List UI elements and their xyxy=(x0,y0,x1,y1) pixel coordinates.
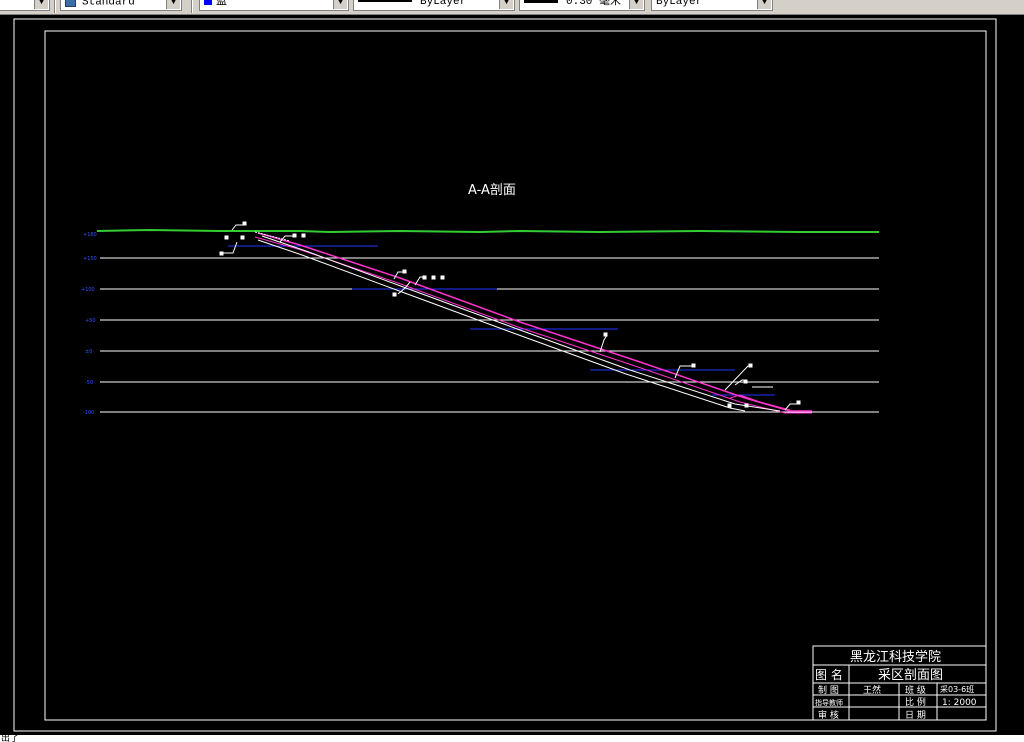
reviewer-label: 审 核 xyxy=(818,709,839,721)
lineweight-sample-icon xyxy=(524,0,558,3)
marker xyxy=(796,400,801,405)
marker xyxy=(292,233,297,238)
marker xyxy=(748,363,753,368)
marker xyxy=(691,363,696,368)
leader-line xyxy=(223,241,238,254)
color-dropdown[interactable]: 蓝 ▼ xyxy=(199,0,349,11)
color-swatch-icon xyxy=(204,0,212,6)
elevation-label: +150 xyxy=(83,256,97,262)
elevation-label: -100 xyxy=(83,410,94,416)
drafter-label: 制 图 xyxy=(818,684,839,696)
drafter-name: 王然 xyxy=(863,684,881,696)
chevron-down-icon: ▼ xyxy=(166,0,180,9)
marker xyxy=(224,235,229,240)
title-block-text: 黑龙江科技学院 图 名 采区剖面图 制 图 王然 班 级 采03-6班 指导教师… xyxy=(815,649,977,721)
toolbar-dropdown-left[interactable]: ▼ xyxy=(0,0,50,11)
chevron-down-icon: ▼ xyxy=(34,0,48,9)
marker xyxy=(240,235,245,240)
outer-frame xyxy=(13,18,997,732)
plotstyle-value: ByLayer xyxy=(656,0,703,8)
lineweight-dropdown[interactable]: 0.30 毫米 ▼ xyxy=(519,0,645,11)
plotstyle-dropdown[interactable]: ByLayer ▼ xyxy=(651,0,773,11)
elevation-label: +100 xyxy=(81,287,95,293)
marker xyxy=(242,221,247,226)
elevation-grid xyxy=(100,257,879,413)
elevation-labels: +180 +150 +100 +50 ±0 -50 -100 xyxy=(81,232,97,416)
elevation-label: +50 xyxy=(85,318,96,324)
marker xyxy=(431,275,436,280)
class-label: 班 级 xyxy=(905,684,926,696)
chevron-down-icon: ▼ xyxy=(757,0,771,9)
linetype-sample-icon xyxy=(358,0,412,3)
status-bar: 出了 xyxy=(0,735,1024,742)
date-label: 日 期 xyxy=(905,710,926,721)
linetype-value: ByLayer xyxy=(420,0,467,8)
section-title: A-A剖面 xyxy=(468,183,516,198)
elevation-label: ±0 xyxy=(85,349,92,355)
class-value: 采03-6班 xyxy=(940,684,974,694)
elevation-label: +180 xyxy=(83,232,97,238)
school-name: 黑龙江科技学院 xyxy=(850,649,941,665)
chevron-down-icon: ▼ xyxy=(629,0,643,9)
marker xyxy=(744,403,749,408)
scale-value: 1: 2000 xyxy=(942,698,977,708)
drawing-name-label: 图 名 xyxy=(815,667,843,682)
marker xyxy=(402,269,407,274)
leader-line xyxy=(231,224,244,231)
status-text: 出了 xyxy=(1,735,20,742)
lineweight-value: 0.30 毫米 xyxy=(566,0,622,8)
toolbar-separator xyxy=(191,0,193,13)
marker xyxy=(603,332,608,337)
roadway-white-lower xyxy=(257,239,746,412)
elevation-label: -50 xyxy=(85,380,93,386)
text-style-dropdown[interactable]: Standard ▼ xyxy=(60,0,182,11)
marker xyxy=(727,403,732,408)
roadway-white-upper xyxy=(261,235,781,412)
drawing-canvas[interactable]: A-A剖面 +180 +150 +100 +50 ±0 -50 -100 黑龙江… xyxy=(0,15,1024,735)
marker xyxy=(219,251,224,256)
chevron-down-icon: ▼ xyxy=(499,0,513,9)
properties-toolbar: ▼ Standard ▼ 蓝 ▼ ByLayer ▼ 0.30 毫米 ▼ ByL… xyxy=(0,0,1024,15)
roadway-magenta-upper xyxy=(257,232,812,412)
ground-surface-line xyxy=(96,228,879,234)
chevron-down-icon: ▼ xyxy=(333,0,347,9)
marker xyxy=(301,233,306,238)
scale-label: 比 例 xyxy=(905,696,926,708)
marker xyxy=(440,275,445,280)
inner-frame xyxy=(44,30,987,721)
marker xyxy=(743,379,748,384)
drawing-name: 采区剖面图 xyxy=(878,668,943,683)
text-style-icon xyxy=(65,0,76,7)
linetype-dropdown[interactable]: ByLayer ▼ xyxy=(353,0,515,11)
leader-line xyxy=(674,365,694,379)
color-value: 蓝 xyxy=(216,0,227,8)
advisor-label: 指导教师 xyxy=(815,698,843,707)
marker xyxy=(422,275,427,280)
toolbar-separator xyxy=(54,0,56,13)
text-style-value: Standard xyxy=(82,0,135,9)
marker xyxy=(392,292,397,297)
